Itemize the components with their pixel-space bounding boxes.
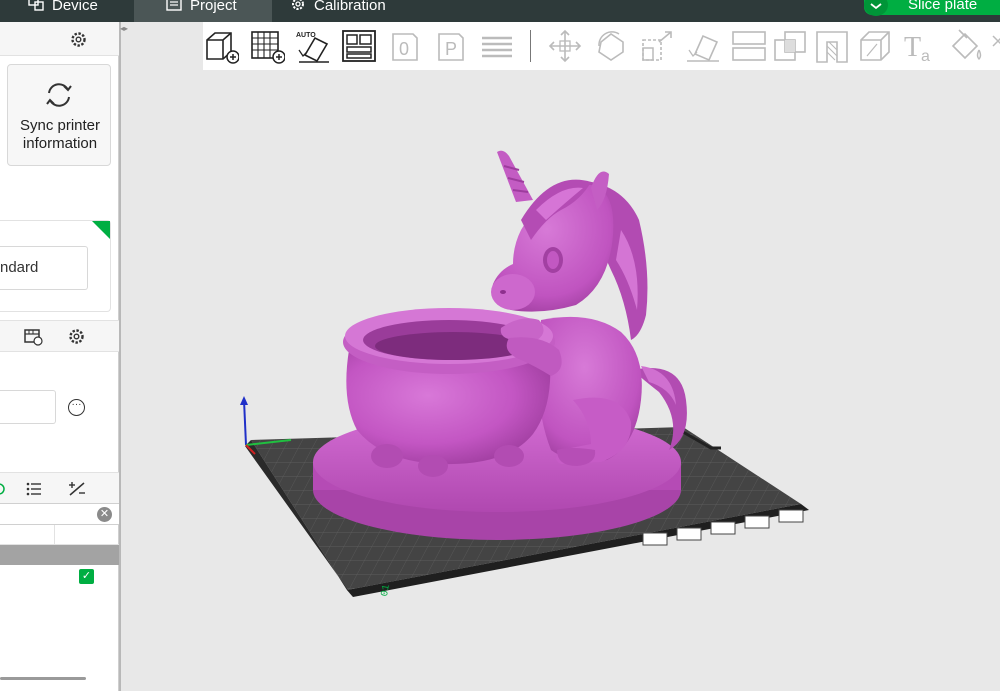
plate-type-select[interactable]: ndard (0, 246, 88, 290)
object-search-input[interactable]: ✕ (0, 503, 119, 525)
collapse-sidebar-icon[interactable]: ◂▸ (120, 24, 128, 33)
partial-circle-icon[interactable] (0, 482, 6, 496)
more-options-icon[interactable]: ··· (68, 399, 85, 416)
color-paint-icon[interactable] (949, 28, 985, 64)
object-visible-checkbox[interactable]: ✓ (79, 569, 94, 584)
filament-sync-icon[interactable] (24, 328, 44, 346)
printer-section-header (0, 22, 119, 56)
filament-settings-gear-icon[interactable] (68, 328, 85, 345)
add-plate-icon[interactable] (249, 28, 285, 64)
chevron-down-icon[interactable] (864, 0, 888, 16)
filament-select[interactable] (0, 390, 56, 424)
svg-text:AUTO: AUTO (296, 32, 316, 39)
top-bar: Device Project Calibration Slice plate (0, 0, 1000, 22)
sync-printer-button[interactable]: Sync printer information (7, 64, 111, 166)
rotate-icon[interactable] (593, 28, 629, 64)
printer-settings-gear-icon[interactable] (70, 31, 87, 48)
object-list-item[interactable]: ✓ (0, 565, 119, 587)
sync-printer-line1: Sync printer (19, 117, 101, 134)
left-sidebar: Sync printer information ndard ··· ✕ ✓ (0, 22, 119, 691)
layers-icon[interactable] (479, 28, 515, 64)
tab-calibration-label: Calibration (314, 0, 386, 14)
plate-0-icon[interactable]: 0 (387, 28, 423, 64)
plate-type-value: ndard (0, 259, 39, 276)
add-object-icon[interactable] (203, 28, 239, 64)
horizontal-scrollbar[interactable] (0, 677, 86, 680)
auto-orient-icon[interactable]: AUTO (295, 28, 331, 64)
tab-project-label: Project (190, 0, 237, 14)
cut-icon[interactable] (731, 28, 767, 64)
clear-search-icon[interactable]: ✕ (97, 507, 112, 522)
boolean-icon[interactable] (773, 28, 809, 64)
device-icon (28, 0, 44, 11)
split-icon[interactable] (68, 481, 86, 497)
tab-calibration[interactable]: Calibration (290, 0, 386, 22)
3d-viewport[interactable]: 01 (121, 70, 1000, 691)
arrange-icon[interactable] (341, 28, 377, 64)
sync-printer-label: Sync printer information (8, 117, 112, 153)
sync-icon (46, 83, 72, 107)
tab-device-label: Device (52, 0, 98, 14)
svg-text:0: 0 (399, 39, 409, 59)
object-list-toolbar (0, 472, 119, 504)
seam-paint-icon[interactable] (857, 28, 893, 64)
move-icon[interactable] (547, 28, 583, 64)
svg-text:a: a (921, 48, 930, 64)
sync-printer-line2: information (22, 135, 98, 152)
scale-icon[interactable] (639, 28, 675, 64)
main-toolbar: AUTO 0 P T a (203, 22, 1000, 70)
tab-device[interactable]: Device (28, 0, 98, 22)
plate-type-card: ndard (0, 220, 111, 312)
plate-p-icon[interactable]: P (433, 28, 469, 64)
svg-text:01: 01 (380, 584, 393, 598)
svg-text:T: T (904, 32, 921, 63)
filament-section-header (0, 320, 119, 352)
calibration-gear-icon (292, 0, 304, 10)
slice-plate-label: Slice plate (908, 0, 978, 13)
model-unicorn-planter[interactable] (313, 150, 687, 540)
selected-corner-badge (92, 221, 110, 239)
more-tools-icon[interactable] (991, 28, 1000, 64)
support-paint-icon[interactable] (815, 28, 851, 64)
object-list-header (0, 525, 119, 545)
svg-text:P: P (445, 39, 457, 59)
toolbar-separator (530, 30, 531, 62)
project-icon (166, 0, 182, 11)
list-icon[interactable] (26, 482, 42, 496)
plate-list-item[interactable] (0, 545, 119, 565)
column-divider (54, 525, 55, 545)
lay-on-face-icon[interactable] (685, 28, 721, 64)
tab-project[interactable]: Project (134, 0, 272, 22)
slice-plate-button[interactable]: Slice plate (864, 0, 1000, 16)
text-icon[interactable]: T a (903, 28, 939, 64)
